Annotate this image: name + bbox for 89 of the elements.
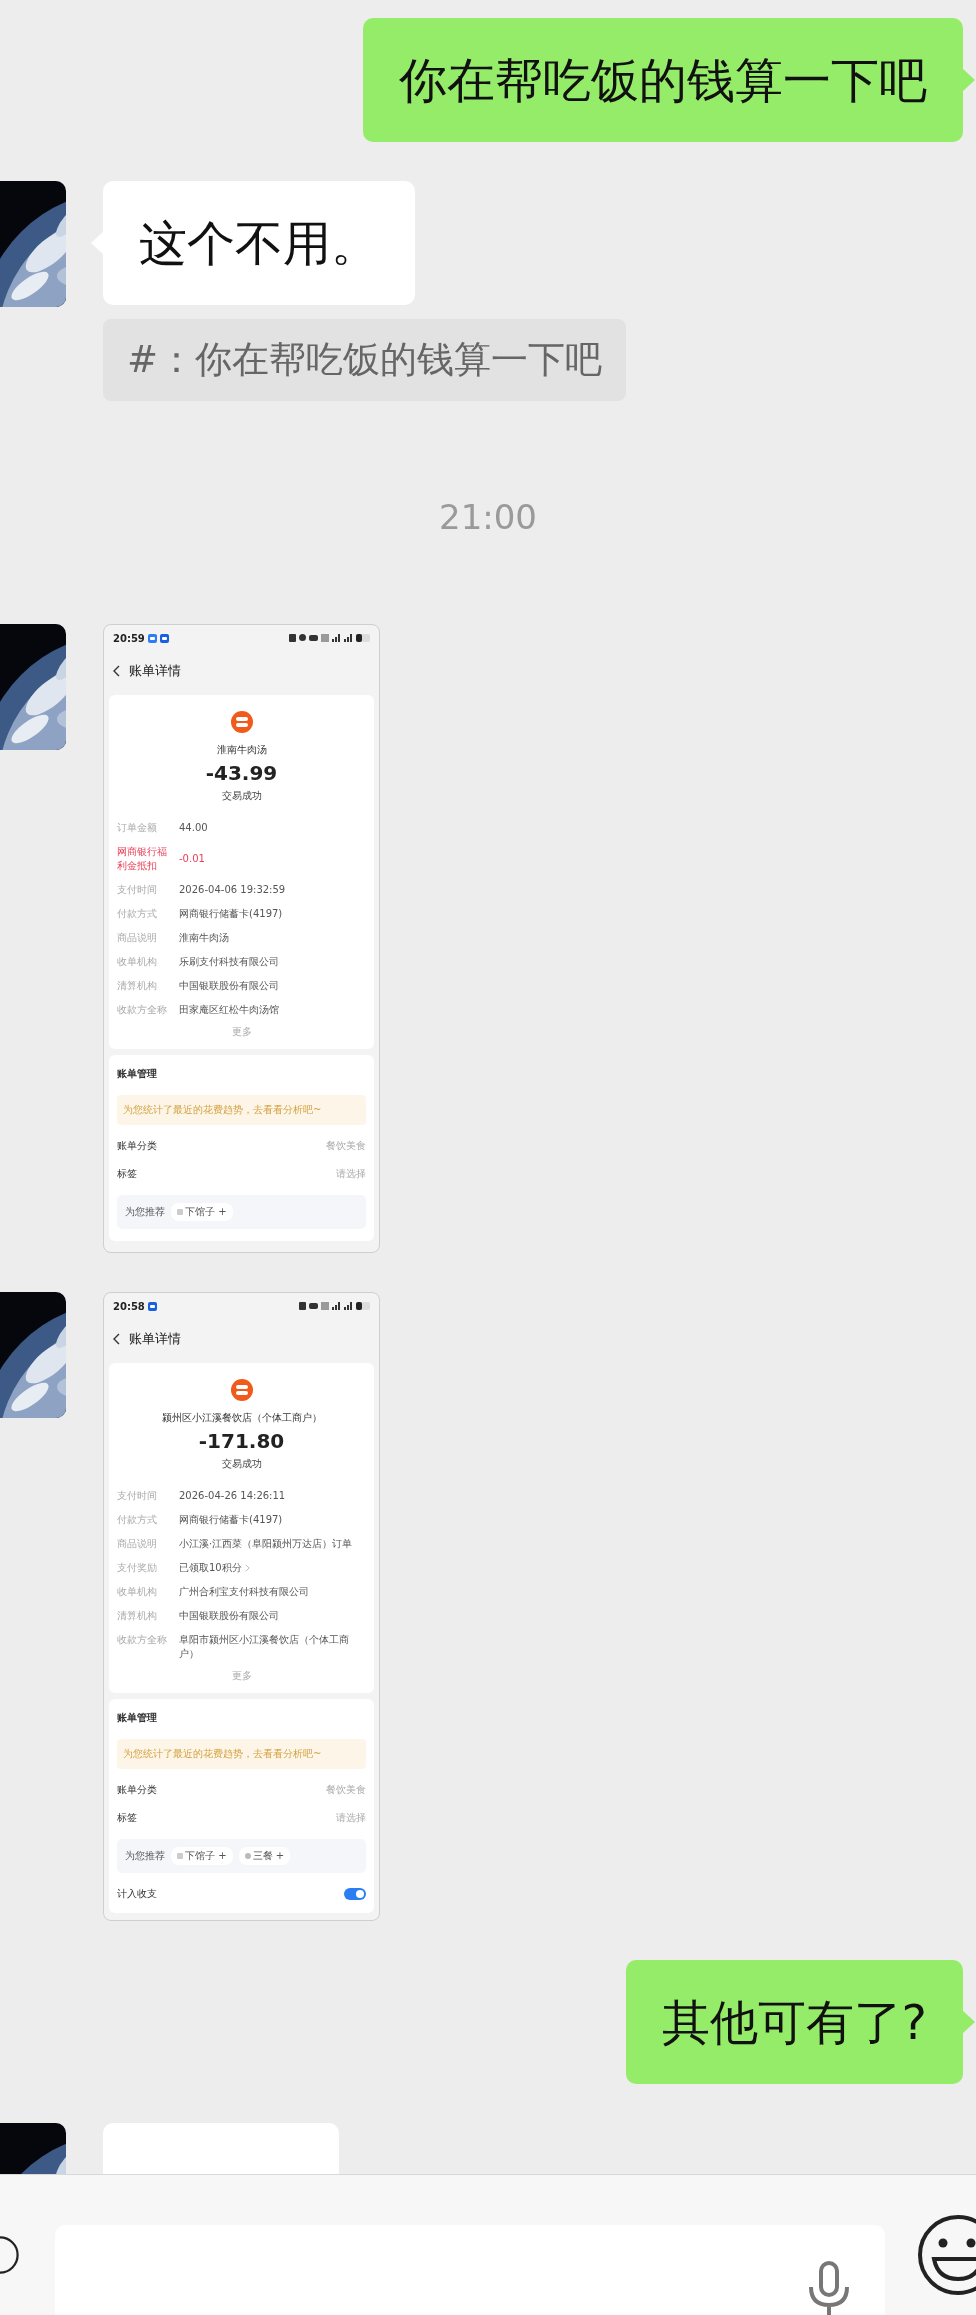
setting-value[interactable]: 餐饮美食 <box>326 1139 366 1153</box>
vibrate-icon <box>309 634 318 642</box>
tag-chip[interactable]: 下馆子 + <box>171 1203 233 1221</box>
alarm-icon <box>299 1302 306 1310</box>
network-speed-icon <box>321 1302 329 1310</box>
merchant-name: 颍州区小江溪餐饮店（个体工商户） <box>161 1411 322 1425</box>
location-icon <box>299 634 306 642</box>
alarm-icon <box>289 634 296 642</box>
amount: -171.80 <box>198 1429 285 1453</box>
detail-label: 支付奖励 <box>117 1561 158 1575</box>
detail-label: 支付时间 <box>117 883 158 897</box>
detail-label: 收款方全称 <box>117 1003 168 1017</box>
bubble-tail <box>962 68 975 92</box>
status-time: 20:59 <box>113 632 145 644</box>
signal-icon <box>344 1302 353 1310</box>
setting-label: 账单分类 <box>117 1139 157 1153</box>
analysis-banner[interactable]: 为您统计了最近的花费趋势，去看看分析吧~ <box>117 1739 366 1769</box>
bubble-tail <box>962 2010 975 2034</box>
chevron-icon <box>244 1564 250 1572</box>
network-speed-icon <box>321 634 329 642</box>
transaction-status: 交易成功 <box>221 1457 262 1471</box>
toggle-switch[interactable] <box>344 1888 366 1900</box>
section-title: 账单管理 <box>117 1067 158 1081</box>
tag-chip[interactable]: 下馆子 + <box>171 1847 233 1865</box>
transaction-status: 交易成功 <box>221 789 262 803</box>
analysis-banner[interactable]: 为您统计了最近的花费趋势，去看看分析吧~ <box>117 1095 366 1125</box>
detail-value: 中国银联股份有限公司 <box>179 979 279 993</box>
detail-label: 清算机构 <box>117 979 158 993</box>
detail-label: 收款方全称 <box>117 1633 168 1647</box>
setting-value[interactable]: 请选择 <box>336 1167 366 1181</box>
detail-label: 付款方式 <box>117 907 158 921</box>
detail-label: 支付时间 <box>117 1489 158 1503</box>
detail-value: 田家庵区红松牛肉汤馆 <box>179 1003 279 1017</box>
merchant-name: 淮南牛肉汤 <box>216 743 267 757</box>
detail-value: 2026-04-06 19:32:59 <box>179 883 286 897</box>
vibrate-icon <box>309 1302 318 1310</box>
setting-label: 账单分类 <box>117 1783 157 1797</box>
store-icon <box>230 711 253 733</box>
section-title: 账单管理 <box>117 1711 158 1725</box>
message-bubble: 你在帮吃饭的钱算一下吧 <box>363 18 963 142</box>
detail-value: 网商银行储蓄卡(4197) <box>179 907 283 921</box>
detail-value: 44.00 <box>179 821 208 835</box>
signal-icon <box>332 634 341 642</box>
setting-value[interactable]: 餐饮美食 <box>326 1783 366 1797</box>
battery-icon <box>356 634 370 642</box>
detail-value: 2026-04-26 14:26:11 <box>179 1489 286 1503</box>
detail-value: 淮南牛肉汤 <box>179 931 229 945</box>
message-bubble: 这个不用。 <box>103 181 415 305</box>
signal-icon <box>332 1302 341 1310</box>
notification-icon <box>147 1301 157 1311</box>
quoted-message: #：你在帮吃饭的钱算一下吧 <box>103 319 626 401</box>
detail-label: 订单金额 <box>117 821 158 835</box>
setting-label: 标签 <box>117 1167 137 1181</box>
screen-title: 账单详情 <box>129 662 181 680</box>
message-bubble: 其他可有了? <box>625 1960 963 2084</box>
detail-label: 付款方式 <box>117 1513 158 1527</box>
recommend-label: 为您推荐 <box>125 1205 165 1219</box>
detail-value: 小江溪·江西菜（阜阳颍州万达店）订单 <box>179 1537 353 1551</box>
timestamp: 21:00 <box>439 497 537 537</box>
detail-label: 商品说明 <box>117 931 158 945</box>
detail-label: 收单机构 <box>117 955 158 969</box>
detail-label: 网商银行福利金抵扣 <box>117 845 168 873</box>
detail-value[interactable]: 已领取10积分 <box>179 1561 250 1575</box>
battery-icon <box>356 1302 370 1310</box>
detail-value: 广州合利宝支付科技有限公司 <box>179 1585 309 1599</box>
more-link[interactable]: 更多 <box>231 1025 252 1039</box>
microphone-icon[interactable] <box>807 2261 851 2315</box>
signal-icon <box>344 634 353 642</box>
setting-label: 标签 <box>117 1811 137 1825</box>
amount: -43.99 <box>205 761 278 785</box>
detail-value: 乐刷支付科技有限公司 <box>179 955 279 969</box>
detail-value: 中国银联股份有限公司 <box>179 1609 279 1623</box>
more-link[interactable]: 更多 <box>231 1669 252 1683</box>
detail-value: 阜阳市颍州区小江溪餐饮店（个体工商户） <box>179 1633 350 1661</box>
back-icon[interactable] <box>113 1333 121 1345</box>
detail-value: 网商银行储蓄卡(4197) <box>179 1513 283 1527</box>
tag-chip[interactable]: 三餐 + <box>238 1847 291 1865</box>
store-icon <box>230 1379 253 1401</box>
setting-label: 计入收支 <box>117 1887 157 1901</box>
emoji-icon[interactable] <box>916 2213 976 2297</box>
status-time: 20:58 <box>113 1300 145 1312</box>
setting-value[interactable]: 请选择 <box>336 1811 366 1825</box>
back-icon[interactable] <box>113 665 121 677</box>
detail-label: 商品说明 <box>117 1537 158 1551</box>
recommend-label: 为您推荐 <box>125 1849 165 1863</box>
detail-label: 清算机构 <box>117 1609 158 1623</box>
detail-value: -0.01 <box>179 852 205 866</box>
screen-title: 账单详情 <box>129 1330 181 1348</box>
detail-label: 收单机构 <box>117 1585 158 1599</box>
